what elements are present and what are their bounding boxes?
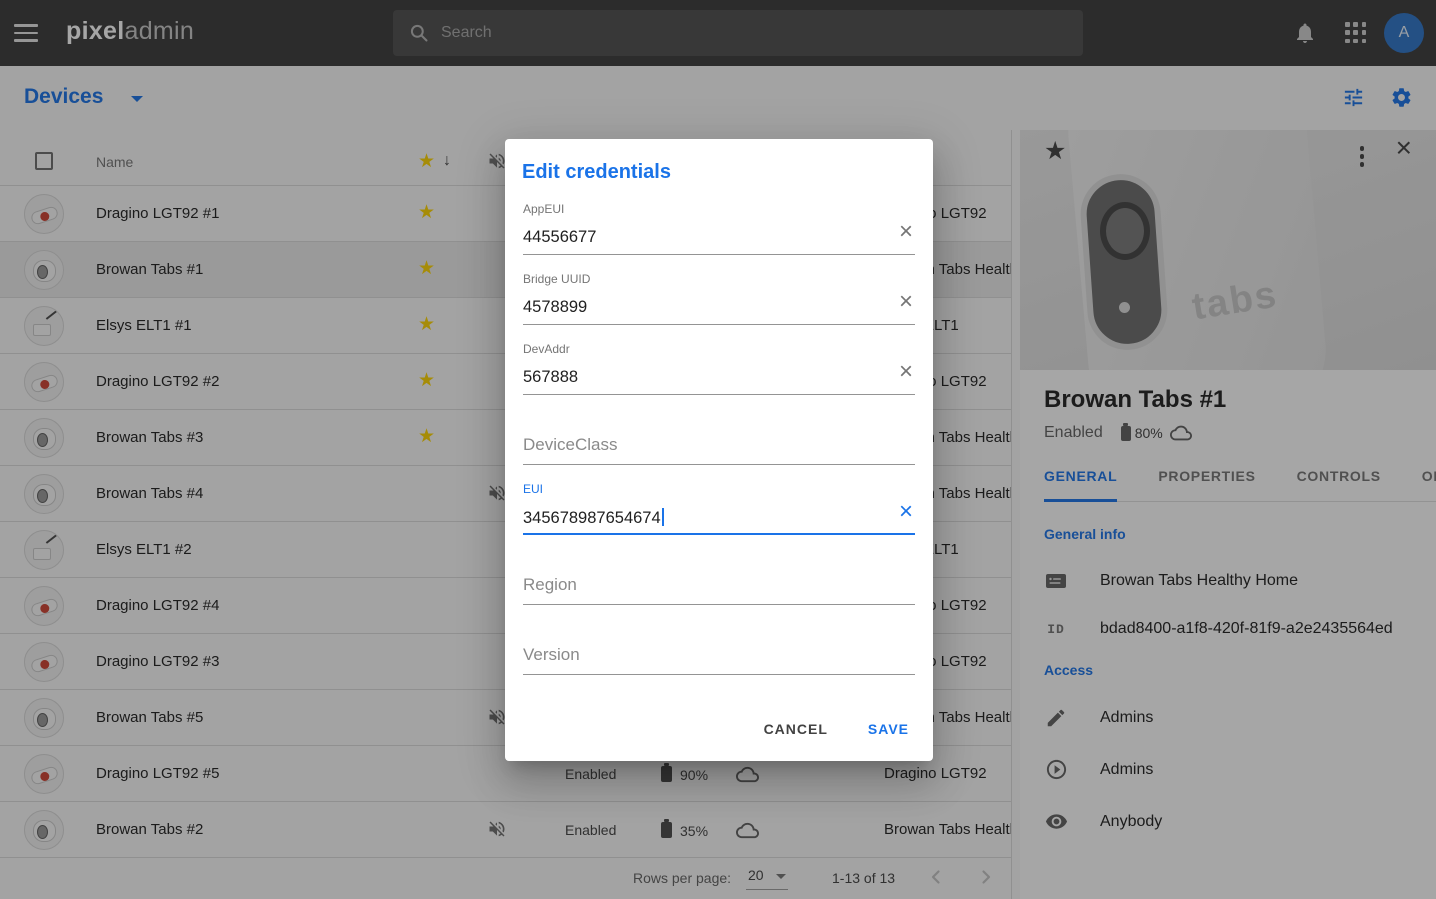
dialog-title: Edit credentials bbox=[522, 161, 915, 184]
field-value[interactable]: 44556677 bbox=[523, 228, 596, 247]
save-button[interactable]: SAVE bbox=[852, 711, 925, 747]
dialog-fields: AppEUI 44556677 × Bridge UUID 4578899 × … bbox=[523, 194, 915, 684]
page: pixeladmin Search A Devices Name ★ ↓ bbox=[0, 0, 1436, 899]
field-placeholder[interactable]: Region bbox=[523, 575, 577, 595]
field-placeholder[interactable]: DeviceClass bbox=[523, 435, 617, 455]
field-region[interactable]: Region bbox=[523, 544, 915, 614]
field-devaddr[interactable]: DevAddr 567888 × bbox=[523, 334, 915, 404]
field-appeui[interactable]: AppEUI 44556677 × bbox=[523, 194, 915, 264]
text-cursor bbox=[662, 508, 664, 526]
cancel-button[interactable]: CANCEL bbox=[748, 711, 844, 747]
field-label: Bridge UUID bbox=[523, 272, 590, 286]
clear-icon[interactable]: × bbox=[899, 220, 913, 244]
field-value[interactable]: 345678987654674 bbox=[523, 508, 664, 528]
field-version[interactable]: Version bbox=[523, 614, 915, 684]
field-value[interactable]: 567888 bbox=[523, 368, 578, 387]
field-label: DevAddr bbox=[523, 342, 570, 356]
field-bridge-uuid[interactable]: Bridge UUID 4578899 × bbox=[523, 264, 915, 334]
field-label: AppEUI bbox=[523, 202, 564, 216]
field-placeholder[interactable]: Version bbox=[523, 645, 580, 665]
clear-icon[interactable]: × bbox=[899, 500, 913, 524]
field-value[interactable]: 4578899 bbox=[523, 298, 587, 317]
dialog-actions: CANCEL SAVE bbox=[748, 711, 925, 747]
field-eui[interactable]: EUI 345678987654674 × bbox=[523, 474, 915, 544]
edit-credentials-dialog: Edit credentials AppEUI 44556677 × Bridg… bbox=[505, 139, 933, 761]
clear-icon[interactable]: × bbox=[899, 360, 913, 384]
clear-icon[interactable]: × bbox=[899, 290, 913, 314]
field-label: EUI bbox=[523, 482, 543, 496]
field-deviceclass[interactable]: DeviceClass bbox=[523, 404, 915, 474]
